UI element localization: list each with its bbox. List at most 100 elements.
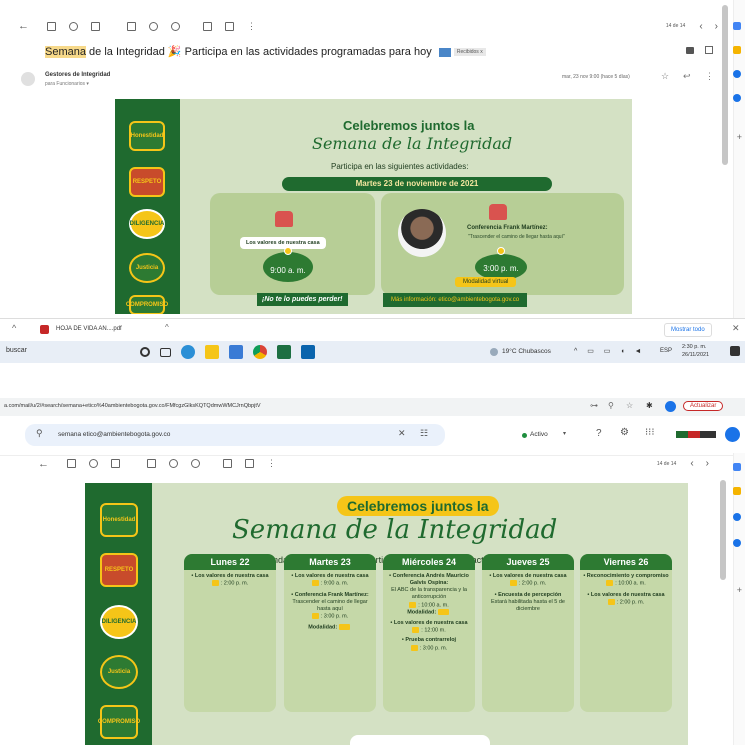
scrollbar[interactable] bbox=[722, 5, 728, 165]
keep-icon[interactable] bbox=[733, 46, 741, 54]
add-task-icon[interactable] bbox=[171, 21, 180, 31]
archive-icon[interactable] bbox=[67, 459, 76, 468]
clear-search-icon[interactable]: ✕ bbox=[398, 428, 406, 439]
tasks-icon[interactable] bbox=[733, 513, 741, 521]
day-column-miercoles: Miércoles 24 • Conferencia Andrés Mauric… bbox=[383, 554, 475, 712]
banner-title-line1: Celebremos juntos la bbox=[337, 496, 499, 516]
keep-icon[interactable] bbox=[733, 487, 741, 495]
report-spam-icon[interactable] bbox=[89, 459, 98, 468]
contacts-icon[interactable] bbox=[733, 539, 741, 547]
next-arrow-icon[interactable]: › bbox=[715, 21, 718, 32]
help-icon[interactable]: ? bbox=[596, 428, 602, 439]
excel-icon[interactable] bbox=[277, 345, 291, 359]
left-time: 9:00 a. m. bbox=[263, 252, 313, 282]
subject-text: de la Integridad 🎉 Participa en las acti… bbox=[85, 46, 432, 58]
report-spam-icon[interactable] bbox=[69, 21, 78, 31]
url-field[interactable]: a.com/mail/u/2/#search/semana+etico%40am… bbox=[4, 403, 261, 409]
clock-time[interactable]: 2:30 p. m. bbox=[682, 344, 706, 350]
tasks-icon[interactable] bbox=[733, 70, 741, 78]
next-arrow-icon[interactable]: › bbox=[706, 458, 709, 469]
account-avatar[interactable] bbox=[725, 427, 740, 442]
sender-to[interactable]: para Funcionarios ▾ bbox=[45, 81, 89, 87]
calendar-icon[interactable] bbox=[733, 463, 741, 471]
outlook-icon[interactable] bbox=[301, 345, 315, 359]
search-icon[interactable]: ⚲ bbox=[36, 428, 43, 439]
download-menu-icon[interactable]: ^ bbox=[165, 323, 169, 332]
notifications-icon[interactable] bbox=[730, 346, 740, 356]
activity-time: : 12:00 m. bbox=[386, 626, 472, 635]
search-input[interactable]: semana etico@ambientebogota.gov.co bbox=[58, 431, 170, 438]
activity-title: • Prueba contrarreloj bbox=[401, 637, 457, 644]
update-button[interactable]: Actualizar bbox=[683, 401, 724, 411]
show-all-button[interactable]: Mostrar todo bbox=[664, 323, 712, 337]
snooze-icon[interactable] bbox=[149, 21, 158, 31]
add-addon-icon[interactable]: + bbox=[737, 132, 742, 142]
status-dropdown-icon[interactable]: ▾ bbox=[563, 430, 566, 437]
label-icon[interactable] bbox=[245, 459, 254, 468]
tray-icons[interactable]: ^ ▭ ▭ ◖ ◄ bbox=[574, 347, 645, 355]
contacts-icon[interactable] bbox=[733, 94, 741, 102]
badge-honestidad: Honestidad bbox=[100, 503, 138, 537]
delete-icon[interactable] bbox=[91, 21, 100, 31]
lang-indicator[interactable]: ESP bbox=[660, 348, 672, 354]
store-icon[interactable] bbox=[229, 345, 243, 359]
reply-icon[interactable]: ↩ bbox=[683, 71, 691, 82]
bookmark-star-icon[interactable]: ☆ bbox=[626, 401, 633, 410]
task-view-icon[interactable] bbox=[160, 347, 171, 357]
clock-date[interactable]: 26/11/2021 bbox=[682, 352, 709, 358]
label-icon[interactable] bbox=[225, 21, 234, 31]
activity-mode: Modalidad: bbox=[386, 609, 472, 617]
mark-unread-icon[interactable] bbox=[127, 21, 136, 31]
move-to-icon[interactable] bbox=[203, 21, 212, 31]
cortana-icon[interactable] bbox=[140, 347, 150, 357]
calendar-icon[interactable] bbox=[733, 22, 741, 30]
snooze-icon[interactable] bbox=[169, 459, 178, 468]
weather-text[interactable]: 19°C Chubascos bbox=[502, 348, 551, 355]
banner-title-line2: Semana de la Integridad bbox=[312, 134, 513, 153]
search-options-icon[interactable]: ☷ bbox=[420, 428, 428, 439]
scrollbar[interactable] bbox=[720, 480, 726, 580]
add-addon-icon[interactable]: + bbox=[737, 585, 742, 595]
zoom-icon[interactable]: ⚲ bbox=[608, 401, 614, 410]
key-icon[interactable]: ⊶ bbox=[590, 401, 598, 410]
taskbar-search[interactable]: buscar bbox=[6, 347, 27, 354]
apps-grid-icon[interactable]: ⁝⁝⁝ bbox=[645, 427, 655, 438]
badge-column: Honestidad RESPETO DILIGENCIA Justicia C… bbox=[85, 483, 152, 745]
back-arrow-icon[interactable]: ← bbox=[38, 458, 49, 470]
activity-time: : 3:00 p. m. bbox=[287, 613, 373, 621]
star-icon[interactable]: ☆ bbox=[661, 71, 669, 82]
move-to-icon[interactable] bbox=[223, 459, 232, 468]
print-icon[interactable] bbox=[686, 47, 694, 54]
edge-icon[interactable] bbox=[181, 345, 195, 359]
back-arrow-icon[interactable]: ← bbox=[18, 20, 29, 32]
more-options-icon[interactable]: ⋮ bbox=[267, 458, 276, 469]
download-file-name[interactable]: HOJA DE VIDA AN....pdf bbox=[56, 326, 122, 332]
open-new-window-icon[interactable] bbox=[705, 46, 713, 54]
activity-title: • Los valores de nuestra casa bbox=[489, 573, 567, 579]
add-task-icon[interactable] bbox=[191, 459, 200, 468]
prev-arrow-icon[interactable]: ‹ bbox=[699, 21, 702, 32]
file-explorer-icon[interactable] bbox=[205, 345, 219, 359]
activity-time: : 9:00 a. m. bbox=[287, 580, 373, 588]
download-bar: ^ HOJA DE VIDA AN....pdf ^ Mostrar todo … bbox=[0, 318, 745, 340]
inbox-icon bbox=[438, 47, 451, 57]
settings-gear-icon[interactable]: ⚙ bbox=[620, 427, 629, 438]
badge-respeto: RESPETO bbox=[100, 553, 138, 587]
shelf-arrow-icon[interactable]: ^ bbox=[12, 323, 16, 333]
mark-unread-icon[interactable] bbox=[147, 459, 156, 468]
delete-icon[interactable] bbox=[111, 459, 120, 468]
badge-diligencia: DILIGENCIA bbox=[100, 605, 138, 639]
chrome-icon[interactable] bbox=[253, 345, 267, 359]
archive-icon[interactable] bbox=[47, 21, 56, 31]
prev-arrow-icon[interactable]: ‹ bbox=[690, 458, 693, 469]
more-icon[interactable]: ⋮ bbox=[705, 71, 714, 82]
extension-icon[interactable]: ✱ bbox=[646, 401, 653, 410]
more-options-icon[interactable]: ⋮ bbox=[247, 21, 256, 32]
profile-icon[interactable] bbox=[665, 401, 676, 412]
status-selector[interactable]: Activo bbox=[530, 431, 548, 438]
more-info-bar[interactable]: Más información: etico@ambientebogota.go… bbox=[383, 293, 528, 307]
email-toolbar-bottom: ← ⋮ 14 de 14 ‹ › bbox=[0, 455, 745, 471]
inbox-tag[interactable]: Recibidos x bbox=[453, 48, 486, 57]
close-download-icon[interactable]: ✕ bbox=[732, 323, 740, 334]
activity-time: : 2:00 p. m. bbox=[583, 598, 669, 607]
